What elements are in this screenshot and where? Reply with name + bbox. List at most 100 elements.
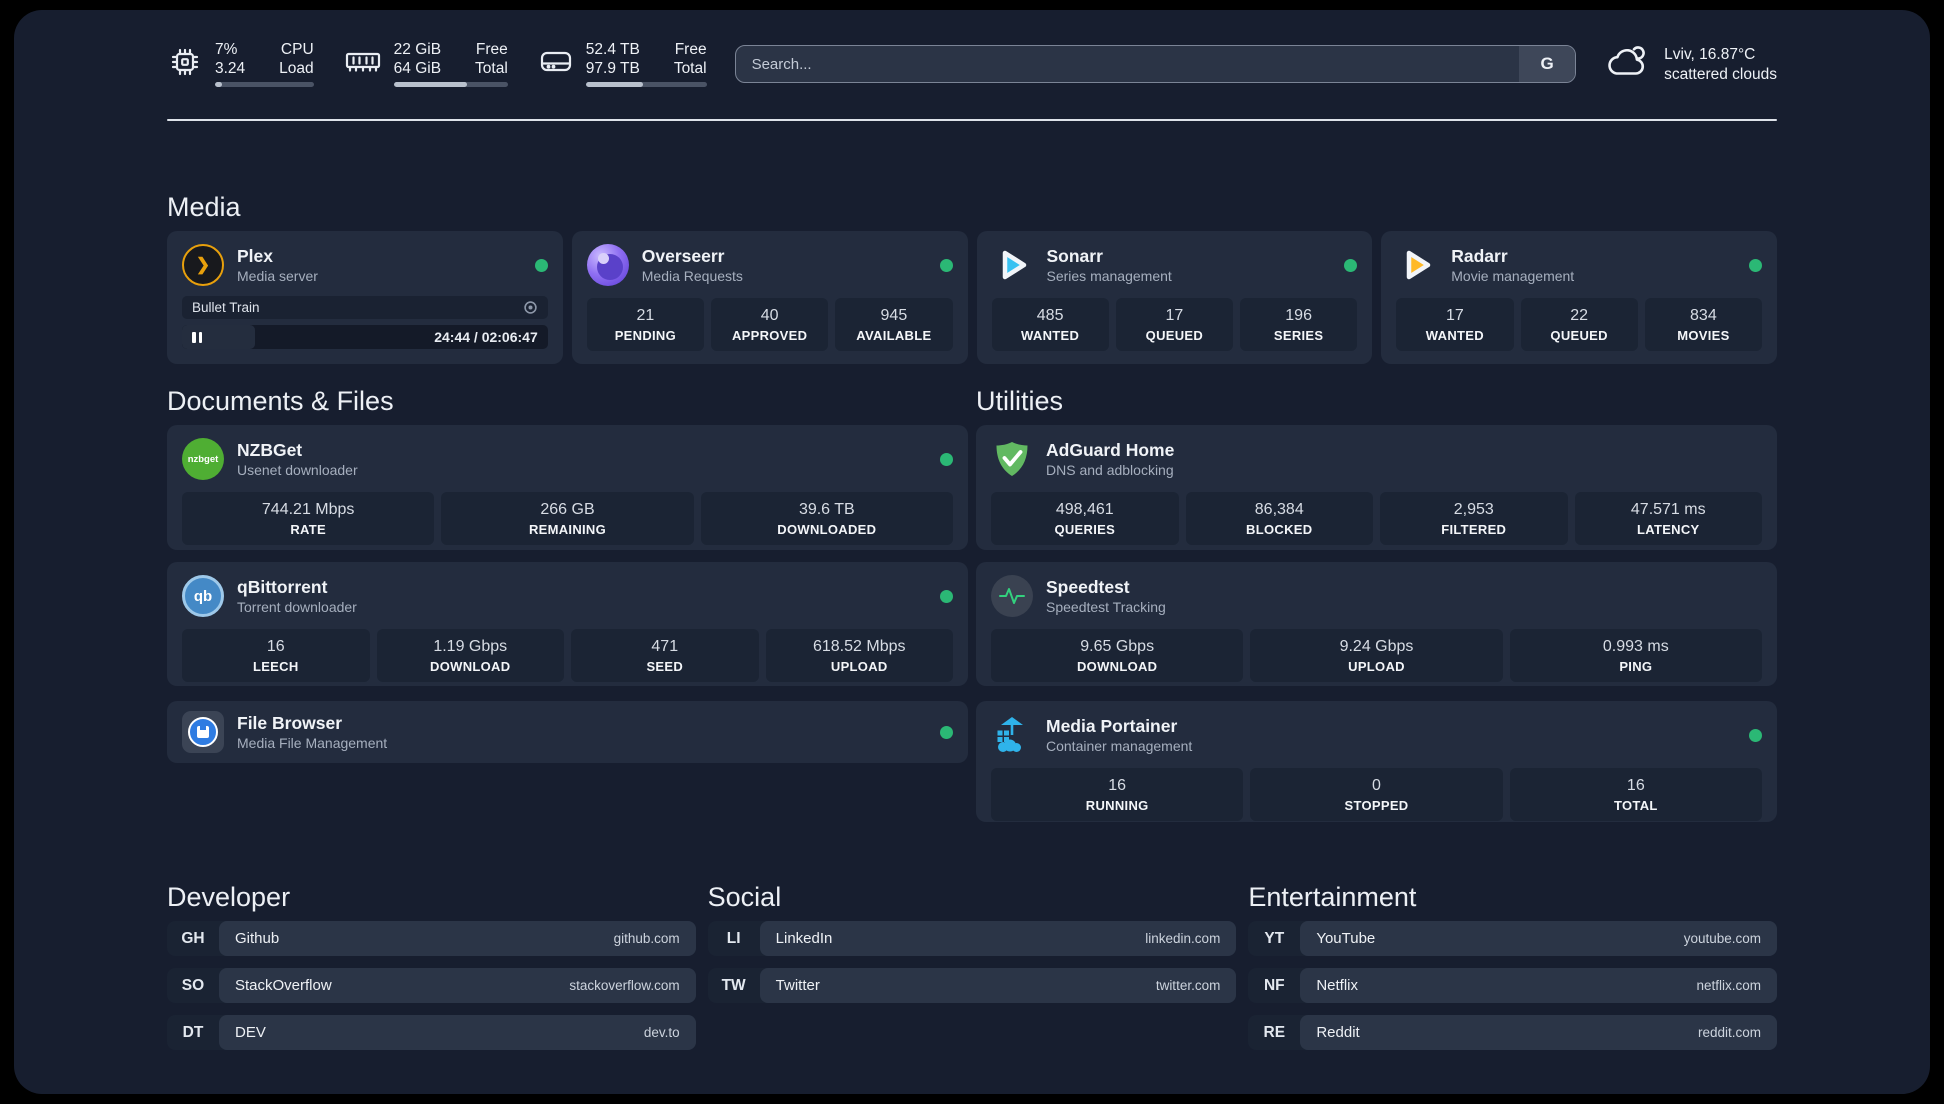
- dashboard: 7% 3.24 CPU Load 22 GiB 64 GiB Free Tota…: [14, 10, 1930, 1094]
- portainer-icon: [991, 714, 1033, 756]
- playback-progress-bar[interactable]: 24:44 / 02:06:47: [182, 325, 548, 349]
- stat-box: 39.6 TB DOWNLOADED: [700, 492, 953, 545]
- ram-total-label: Total: [475, 60, 508, 77]
- app-card-radarr[interactable]: Radarr Movie management 17 WANTED 22 QUE…: [1381, 231, 1777, 364]
- status-dot: [534, 258, 548, 272]
- cloud-icon: [1604, 44, 1650, 85]
- app-card-filebrowser[interactable]: File Browser Media File Management: [167, 701, 968, 763]
- radarr-icon: [1396, 244, 1438, 286]
- app-card-qbittorrent[interactable]: qb qBittorrent Torrent downloader 16 LEE…: [167, 562, 968, 686]
- link-twitter[interactable]: TW Twitter twitter.com: [707, 968, 1237, 1003]
- stat-box: 9.24 Gbps UPLOAD: [1250, 629, 1503, 682]
- section-title-entertainment: Entertainment: [1248, 882, 1417, 912]
- app-name: Media Portainer: [1046, 715, 1178, 736]
- link-youtube[interactable]: YT YouTube youtube.com: [1248, 921, 1777, 956]
- cpu-percent: 7%: [215, 41, 238, 58]
- link-stackoverflow[interactable]: SO StackOverflow stackoverflow.com: [167, 968, 696, 1003]
- link-url: stackoverflow.com: [569, 978, 680, 993]
- link-abbr: GH: [181, 929, 205, 947]
- stat-box: 266 GB REMAINING: [441, 492, 694, 545]
- ram-free-label: Free: [475, 41, 508, 58]
- search-input[interactable]: [735, 46, 1520, 82]
- app-desc: Media server: [237, 267, 318, 284]
- link-dev[interactable]: DT DEV dev.to: [167, 1015, 696, 1050]
- link-url: github.com: [613, 931, 680, 946]
- disk-stat: 52.4 TB 97.9 TB Free Total: [538, 41, 707, 87]
- link-abbr: SO: [181, 976, 205, 994]
- link-name: YouTube: [1316, 930, 1376, 947]
- link-github[interactable]: GH Github github.com: [167, 921, 696, 956]
- link-name: DEV: [235, 1024, 266, 1041]
- weather-location-temp: Lviv, 16.87°C: [1664, 45, 1756, 63]
- stat-box: 471 SEED: [571, 629, 759, 682]
- disk-free-label: Free: [674, 41, 707, 58]
- link-url: dev.to: [643, 1025, 680, 1040]
- stat-box: 22 QUEUED: [1520, 298, 1638, 351]
- link-netflix[interactable]: NF Netflix netflix.com: [1248, 968, 1777, 1003]
- link-name: Reddit: [1316, 1024, 1360, 1041]
- section-title-utilities: Utilities: [976, 386, 1064, 416]
- disk-total-label: Total: [673, 60, 707, 77]
- app-name: Sonarr: [1046, 245, 1103, 266]
- plex-icon: ❯: [182, 244, 224, 286]
- stat-box: 0 STOPPED: [1250, 768, 1503, 821]
- app-name: AdGuard Home: [1046, 439, 1175, 460]
- link-linkedin[interactable]: LI LinkedIn linkedin.com: [707, 921, 1237, 956]
- now-playing-title: Bullet Train: [192, 300, 260, 315]
- weather-condition: scattered clouds: [1664, 65, 1777, 83]
- stat-box: 16 RUNNING: [991, 768, 1244, 821]
- app-desc: Container management: [1046, 737, 1193, 754]
- status-dot: [1749, 728, 1762, 742]
- link-name: LinkedIn: [775, 930, 833, 947]
- stat-box: 618.52 Mbps UPLOAD: [765, 629, 953, 682]
- app-name: qBittorrent: [237, 576, 328, 597]
- app-desc: Media File Management: [237, 734, 388, 751]
- sonarr-icon: [992, 244, 1034, 286]
- ram-icon: [344, 48, 382, 81]
- search-bar[interactable]: G: [734, 45, 1577, 83]
- link-name: Twitter: [775, 977, 820, 994]
- cpu-label2: Load: [279, 60, 314, 77]
- section-title-developer: Developer: [167, 882, 291, 912]
- app-card-speedtest[interactable]: Speedtest Speedtest Tracking 9.65 Gbps D…: [976, 562, 1777, 686]
- app-card-plex[interactable]: ❯ Plex Media server Bullet Train 24:44 /…: [167, 231, 563, 364]
- stat-box: 86,384 BLOCKED: [1185, 492, 1373, 545]
- section-title-social: Social: [707, 882, 782, 912]
- link-abbr: YT: [1264, 929, 1285, 947]
- app-desc: Usenet downloader: [237, 461, 358, 478]
- app-card-sonarr[interactable]: Sonarr Series management 485 WANTED 17 Q…: [976, 231, 1373, 364]
- link-url: youtube.com: [1683, 931, 1761, 946]
- app-name: Overseerr: [641, 245, 725, 266]
- app-desc: DNS and adblocking: [1046, 461, 1174, 478]
- pause-button[interactable]: [192, 331, 202, 343]
- header: 7% 3.24 CPU Load 22 GiB 64 GiB Free Tota…: [167, 36, 1777, 92]
- disk-icon: [538, 48, 574, 81]
- search-engine-button[interactable]: G: [1519, 46, 1576, 82]
- link-url: reddit.com: [1697, 1025, 1761, 1040]
- status-dot: [940, 589, 953, 603]
- ram-total: 64 GiB: [393, 60, 442, 77]
- app-name: Plex: [237, 245, 273, 266]
- cpu-stat: 7% 3.24 CPU Load: [167, 41, 314, 87]
- now-playing-row: Bullet Train: [182, 296, 548, 319]
- app-card-portainer[interactable]: Media Portainer Container management 16 …: [976, 701, 1777, 822]
- app-name: File Browser: [237, 712, 343, 733]
- qbittorrent-icon: qb: [182, 575, 224, 617]
- stat-box: 498,461 QUERIES: [991, 492, 1179, 545]
- link-abbr: LI: [726, 929, 741, 947]
- stat-box: 21 PENDING: [586, 298, 704, 351]
- stat-box: 40 APPROVED: [711, 298, 829, 351]
- stat-box: 196 SERIES: [1240, 298, 1358, 351]
- overseerr-icon: [586, 244, 629, 286]
- gear-icon[interactable]: [523, 300, 538, 315]
- ram-free: 22 GiB: [393, 41, 442, 58]
- app-card-overseerr[interactable]: Overseerr Media Requests 21 PENDING 40 A…: [571, 231, 968, 364]
- app-card-nzbget[interactable]: nzbget NZBGet Usenet downloader 744.21 M…: [167, 425, 968, 550]
- filebrowser-icon: [182, 711, 224, 753]
- app-card-adguard[interactable]: AdGuard Home DNS and adblocking 498,461 …: [976, 425, 1777, 550]
- adguard-icon: [991, 438, 1033, 480]
- link-name: Netflix: [1316, 977, 1359, 994]
- link-reddit[interactable]: RE Reddit reddit.com: [1248, 1015, 1777, 1050]
- stat-box: 16 LEECH: [182, 629, 370, 682]
- cpu-progress: [215, 82, 314, 87]
